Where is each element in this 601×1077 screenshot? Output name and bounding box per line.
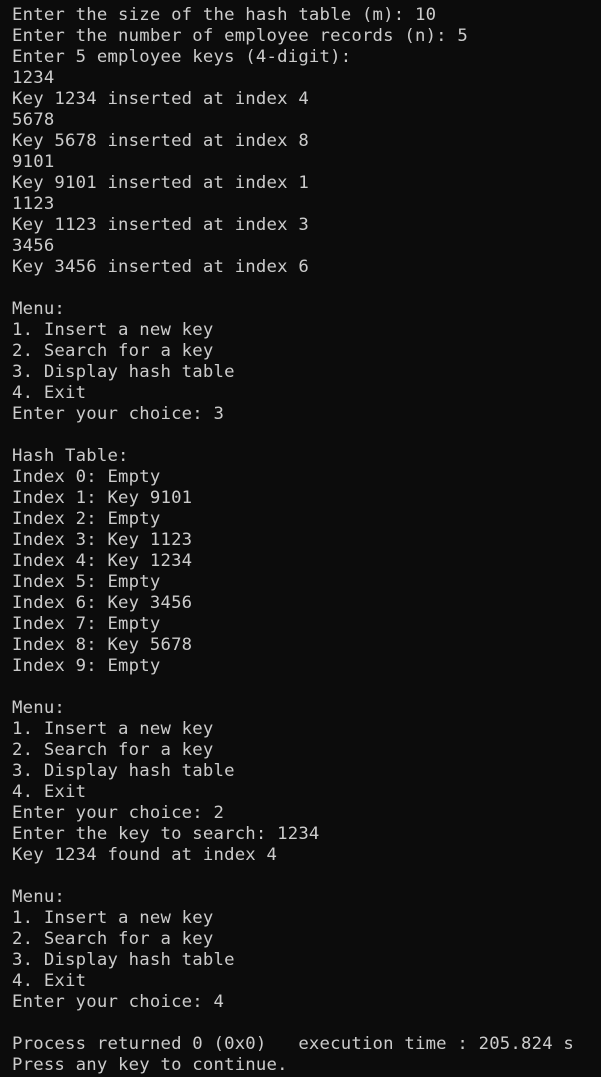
console-line: 3. Display hash table [12, 950, 235, 970]
console-line: 3. Display hash table [12, 362, 235, 382]
console-line: Key 1123 inserted at index 3 [12, 215, 309, 235]
console-line: Index 0: Empty [12, 467, 161, 487]
console-line: Enter the size of the hash table (m): 10 [12, 5, 437, 25]
console-line: 4. Exit [12, 971, 87, 991]
console-line: Index 8: Key 5678 [12, 635, 193, 655]
console-line: 1. Insert a new key [12, 719, 214, 739]
console-line: Index 5: Empty [12, 572, 161, 592]
console-line: Enter 5 employee keys (4-digit): [12, 47, 352, 67]
console-line: Index 9: Empty [12, 656, 161, 676]
console-line: 4. Exit [12, 782, 87, 802]
console-line: Key 9101 inserted at index 1 [12, 173, 309, 193]
console-line: Menu: [12, 698, 66, 718]
console-line: 1234 [12, 68, 55, 88]
console-line: Index 3: Key 1123 [12, 530, 193, 550]
console-window[interactable]: Enter the size of the hash table (m): 10… [0, 0, 601, 1077]
console-line: 1123 [12, 194, 55, 214]
console-line: Menu: [12, 299, 66, 319]
console-line: 1. Insert a new key [12, 320, 214, 340]
console-line: Index 6: Key 3456 [12, 593, 193, 613]
console-line: Press any key to continue. [12, 1055, 288, 1075]
console-line: Enter your choice: 2 [12, 803, 225, 823]
console-line: Menu: [12, 887, 66, 907]
console-line: 2. Search for a key [12, 740, 214, 760]
console-line: Key 3456 inserted at index 6 [12, 257, 309, 277]
console-line: 5678 [12, 110, 55, 130]
console-line: Index 7: Empty [12, 614, 161, 634]
console-line: Hash Table: [12, 446, 129, 466]
console-line: Process returned 0 (0x0) execution time … [12, 1034, 575, 1054]
console-line: 2. Search for a key [12, 341, 214, 361]
console-line: Index 4: Key 1234 [12, 551, 193, 571]
console-line: 4. Exit [12, 383, 87, 403]
console-line: 3456 [12, 236, 55, 256]
console-line: Index 1: Key 9101 [12, 488, 193, 508]
console-line: Key 1234 found at index 4 [12, 845, 278, 865]
console-line: Enter the number of employee records (n)… [12, 26, 468, 46]
console-line: Enter your choice: 3 [12, 404, 225, 424]
console-line: Enter your choice: 4 [12, 992, 225, 1012]
console-line: 1. Insert a new key [12, 908, 214, 928]
console-line: 3. Display hash table [12, 761, 235, 781]
console-line: 9101 [12, 152, 55, 172]
console-line: Enter the key to search: 1234 [12, 824, 320, 844]
console-line: Index 2: Empty [12, 509, 161, 529]
console-line: Key 5678 inserted at index 8 [12, 131, 309, 151]
console-line: 2. Search for a key [12, 929, 214, 949]
console-line: Key 1234 inserted at index 4 [12, 89, 309, 109]
